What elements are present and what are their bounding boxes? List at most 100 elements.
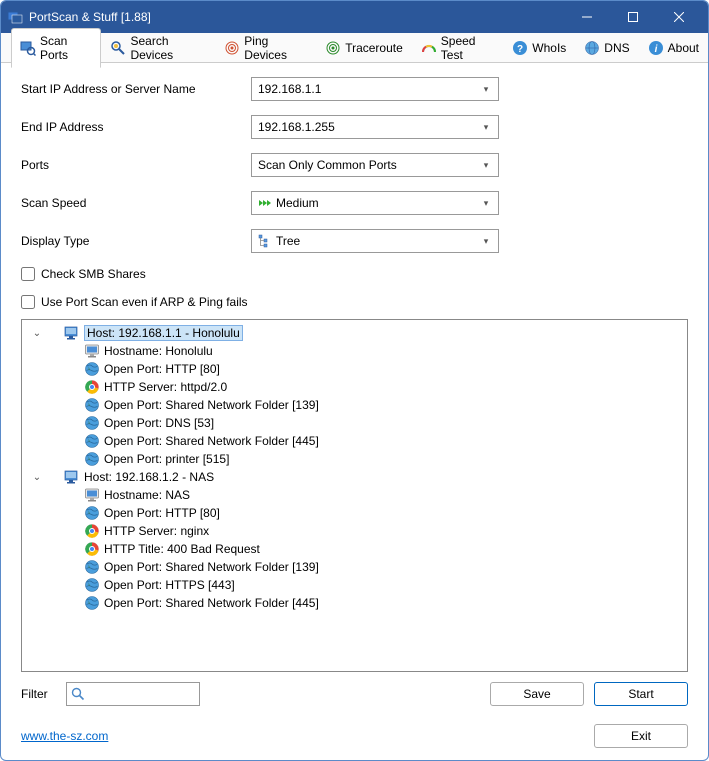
browser-icon — [84, 379, 100, 395]
exit-button[interactable]: Exit — [594, 724, 688, 748]
tree-item-row[interactable]: Open Port: HTTP [80] — [24, 360, 685, 378]
search-devices-icon — [110, 40, 126, 56]
tab-about[interactable]: i About — [639, 34, 708, 61]
host-icon — [64, 469, 80, 485]
app-icon — [7, 9, 23, 25]
tab-speed-test[interactable]: Speed Test — [412, 28, 504, 67]
dns-icon — [584, 40, 600, 56]
maximize-button[interactable] — [610, 1, 656, 33]
filter-input[interactable] — [66, 682, 200, 706]
arp-checkbox[interactable] — [21, 295, 35, 309]
speed-select[interactable]: Medium ▾ — [251, 191, 499, 215]
display-value: Tree — [276, 234, 480, 248]
tab-whois[interactable]: ? WhoIs — [503, 34, 575, 61]
globe-icon — [84, 433, 100, 449]
results-tree[interactable]: ⌄ Host: 192.168.1.1 - Honolulu Hostname: H… — [21, 319, 688, 672]
host-label: Host: 192.168.1.1 - Honolulu — [84, 325, 243, 341]
monitor-icon — [84, 343, 100, 359]
item-label: HTTP Server: nginx — [104, 524, 209, 538]
tab-search-devices[interactable]: Search Devices — [101, 28, 215, 67]
expand-icon[interactable]: ⌄ — [30, 472, 44, 483]
browser-icon — [84, 541, 100, 557]
tab-scan-ports[interactable]: Scan Ports — [11, 28, 101, 68]
end-ip-value: 192.168.1.255 — [258, 120, 480, 134]
tree-item-row[interactable]: Open Port: Shared Network Folder [139] — [24, 558, 685, 576]
tree-host-row[interactable]: ⌄ Host: 192.168.1.2 - NAS — [24, 468, 685, 486]
app-window: PortScan & Stuff [1.88] Scan Ports Searc… — [0, 0, 709, 761]
globe-icon — [84, 397, 100, 413]
ports-select[interactable]: Scan Only Common Ports ▾ — [251, 153, 499, 177]
whois-icon: ? — [512, 40, 528, 56]
host-icon — [64, 325, 80, 341]
speed-icon — [258, 196, 272, 210]
display-select[interactable]: Tree ▾ — [251, 229, 499, 253]
item-label: Open Port: Shared Network Folder [445] — [104, 596, 319, 610]
window-title: PortScan & Stuff [1.88] — [29, 10, 564, 24]
tree-item-row[interactable]: HTTP Server: nginx — [24, 522, 685, 540]
host-label: Host: 192.168.1.2 - NAS — [84, 470, 214, 484]
item-label: Open Port: Shared Network Folder [139] — [104, 398, 319, 412]
tab-dns[interactable]: DNS — [575, 34, 638, 61]
tree-item-row[interactable]: Hostname: Honolulu — [24, 342, 685, 360]
chevron-down-icon: ▾ — [480, 84, 492, 95]
chevron-down-icon: ▾ — [480, 236, 492, 247]
speed-value: Medium — [276, 196, 480, 210]
tab-label: Traceroute — [345, 41, 403, 55]
tree-item-row[interactable]: Open Port: Shared Network Folder [139] — [24, 396, 685, 414]
item-label: Open Port: Shared Network Folder [139] — [104, 560, 319, 574]
tab-label: DNS — [604, 41, 629, 55]
globe-icon — [84, 415, 100, 431]
speed-test-icon — [421, 40, 437, 56]
minimize-button[interactable] — [564, 1, 610, 33]
item-label: Hostname: NAS — [104, 488, 190, 502]
chevron-down-icon: ▾ — [480, 198, 492, 209]
expand-icon[interactable]: ⌄ — [30, 328, 44, 339]
tree-item-row[interactable]: Open Port: HTTP [80] — [24, 504, 685, 522]
browser-icon — [84, 523, 100, 539]
svg-text:?: ? — [517, 44, 523, 55]
smb-label: Check SMB Shares — [41, 267, 146, 281]
chevron-down-icon: ▾ — [480, 160, 492, 171]
window-controls — [564, 1, 702, 33]
ports-value: Scan Only Common Ports — [258, 158, 480, 172]
tab-label: WhoIs — [532, 41, 566, 55]
traceroute-icon — [325, 40, 341, 56]
tree-item-row[interactable]: Open Port: DNS [53] — [24, 414, 685, 432]
end-ip-input[interactable]: 192.168.1.255 ▾ — [251, 115, 499, 139]
tree-item-row[interactable]: Open Port: Shared Network Folder [445] — [24, 432, 685, 450]
ports-label: Ports — [21, 158, 251, 172]
start-button[interactable]: Start — [594, 682, 688, 706]
arp-label: Use Port Scan even if ARP & Ping fails — [41, 295, 248, 309]
item-label: Hostname: Honolulu — [104, 344, 213, 358]
tree-icon — [258, 234, 272, 248]
start-ip-input[interactable]: 192.168.1.1 ▾ — [251, 77, 499, 101]
item-label: Open Port: HTTPS [443] — [104, 578, 235, 592]
filter-label: Filter — [21, 687, 66, 701]
tree-item-row[interactable]: Open Port: printer [515] — [24, 450, 685, 468]
save-button[interactable]: Save — [490, 682, 584, 706]
tree-host-row[interactable]: ⌄ Host: 192.168.1.1 - Honolulu — [24, 324, 685, 342]
globe-icon — [84, 559, 100, 575]
scan-ports-icon — [20, 40, 36, 56]
smb-checkbox[interactable] — [21, 267, 35, 281]
website-link[interactable]: www.the-sz.com — [21, 729, 108, 743]
tab-traceroute[interactable]: Traceroute — [316, 34, 412, 61]
tree-item-row[interactable]: Open Port: HTTPS [443] — [24, 576, 685, 594]
tab-label: Scan Ports — [40, 34, 92, 62]
tab-label: Search Devices — [130, 34, 206, 62]
ping-icon — [224, 40, 240, 56]
tab-ping-devices[interactable]: Ping Devices — [215, 28, 316, 67]
start-ip-value: 192.168.1.1 — [258, 82, 480, 96]
tree-item-row[interactable]: Open Port: Shared Network Folder [445] — [24, 594, 685, 612]
globe-icon — [84, 451, 100, 467]
item-label: Open Port: DNS [53] — [104, 416, 214, 430]
globe-icon — [84, 361, 100, 377]
tree-item-row[interactable]: HTTP Title: 400 Bad Request — [24, 540, 685, 558]
tree-item-row[interactable]: Hostname: NAS — [24, 486, 685, 504]
tree-item-row[interactable]: HTTP Server: httpd/2.0 — [24, 378, 685, 396]
search-icon — [71, 687, 85, 701]
tab-label: About — [668, 41, 699, 55]
display-label: Display Type — [21, 234, 251, 248]
tab-label: Ping Devices — [244, 34, 307, 62]
close-button[interactable] — [656, 1, 702, 33]
